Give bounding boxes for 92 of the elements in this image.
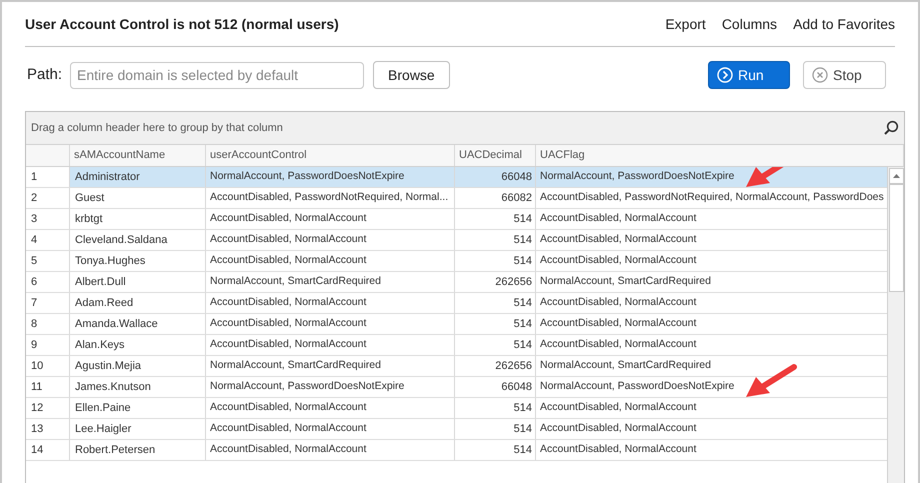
table-cell: 514 — [455, 293, 536, 313]
table-cell: 514 — [455, 314, 536, 334]
table-cell: 514 — [455, 209, 536, 229]
table-cell: Ellen.Paine — [70, 398, 206, 418]
column-header[interactable]: UACDecimal — [455, 145, 536, 166]
table-cell: AccountDisabled, NormalAccount — [206, 335, 455, 355]
table-cell: Adam.Reed — [70, 293, 206, 313]
report-title: User Account Control is not 512 (normal users) — [25, 14, 339, 34]
path-input-field[interactable]: Entire domain is selected by default — [70, 62, 364, 88]
table-cell: NormalAccount, PasswordDoesNotExpire — [206, 167, 455, 187]
scroll-up-button[interactable] — [888, 168, 904, 184]
table-cell: 514 — [455, 398, 536, 418]
table-cell: Alan.Keys — [70, 335, 206, 355]
stop-button[interactable]: Stop — [803, 61, 886, 89]
table-cell: Administrator — [70, 167, 206, 187]
table-row[interactable]: 1 Administrator NormalAccount, PasswordDoesNotExpire 66048 NormalAccount, PasswordDoesNotExpire — [26, 167, 887, 188]
table-cell-text: NormalAccount, SmartCardRequired — [539, 274, 712, 290]
play-circle-icon — [717, 67, 733, 83]
table-row[interactable]: 14 Robert.Petersen AccountDisabled, NormalAccount 514 AccountDisabled, NormalAccount — [26, 440, 887, 461]
table-cell-text: NormalAccount, SmartCardRequired — [539, 358, 712, 374]
table-cell: Agustin.Mejia — [70, 356, 206, 376]
table-cell-text: AccountDisabled, NormalAccount — [539, 211, 698, 226]
table-cell: 514 — [455, 419, 536, 439]
table-cell: Robert.Petersen — [70, 440, 206, 460]
table-cell-text: AccountDisabled, NormalAccount — [539, 316, 698, 332]
table-cell: NormalAccount, SmartCardRequired — [206, 272, 455, 292]
table-cell: 66082 — [455, 188, 536, 208]
table-row[interactable]: 8 Amanda.Wallace AccountDisabled, NormalAccount 514 AccountDisabled, NormalAccount — [26, 314, 887, 335]
table-row[interactable]: 12 Ellen.Paine AccountDisabled, NormalAccount 514 AccountDisabled, NormalAccount — [26, 398, 887, 419]
table-row[interactable]: 11 James.Knutson NormalAccount, PasswordDoesNotExpire 66048 NormalAccount, PasswordDoesNotExpire — [26, 377, 887, 398]
table-cell: Lee.Haigler — [70, 419, 206, 439]
table-cell: NormalAccount, PasswordDoesNotExpire — [206, 377, 455, 397]
table-row[interactable]: 2 Guest AccountDisabled, PasswordNotRequired, Normal... 66082 AccountDisabled, PasswordNotRequired, NormalAccount, PasswordDoes — [26, 188, 887, 209]
table-cell: AccountDisabled, PasswordNotRequired, Normal... — [206, 188, 455, 208]
table-cell: Amanda.Wallace — [70, 314, 206, 334]
scrollbar[interactable] — [887, 167, 904, 483]
table-cell: James.Knutson — [70, 377, 206, 397]
table-cell-text: AccountDisabled, NormalAccount — [539, 400, 698, 416]
row-number: 1 — [26, 167, 70, 187]
table-cell: 514 — [455, 251, 536, 271]
table-cell: Guest — [70, 188, 206, 208]
table-cell: krbtgt — [70, 209, 206, 229]
table-row[interactable]: 9 Alan.Keys AccountDisabled, NormalAccount 514 AccountDisabled, NormalAccount — [26, 335, 887, 356]
table-row[interactable]: 5 Tonya.Hughes AccountDisabled, NormalAccount 514 AccountDisabled, NormalAccount — [26, 251, 887, 272]
table-row[interactable]: 6 Albert.Dull NormalAccount, SmartCardRequired 262656 NormalAccount, SmartCardRequired — [26, 272, 887, 293]
table-cell-text: AccountDisabled, NormalAccount — [539, 337, 698, 352]
group-hint: Drag a column header here to group by that column — [31, 120, 283, 136]
table-row[interactable]: 13 Lee.Haigler AccountDisabled, NormalAccount 514 AccountDisabled, NormalAccount — [26, 419, 887, 440]
table-cell-text: NormalAccount, PasswordDoesNotExpire — [539, 169, 736, 184]
table-cell: 66048 — [455, 377, 536, 397]
table-cell-text: AccountDisabled, NormalAccount — [539, 232, 698, 248]
search-icon[interactable] — [883, 120, 899, 136]
table-cell: AccountDisabled, NormalAccount — [206, 293, 455, 313]
table-cell: 514 — [455, 440, 536, 460]
table-cell: Albert.Dull — [70, 272, 206, 292]
table-cell: AccountDisabled, NormalAccount — [206, 398, 455, 418]
header-link[interactable]: Export — [665, 14, 706, 34]
scroll-thumb[interactable] — [888, 184, 904, 292]
table-cell: Cleveland.Saldana — [70, 230, 206, 250]
table-cell: AccountDisabled, NormalAccount — [206, 209, 455, 229]
table-cell: AccountDisabled, NormalAccount — [206, 314, 455, 334]
table-row[interactable]: 10 Agustin.Mejia NormalAccount, SmartCardRequired 262656 NormalAccount, SmartCardRequired — [26, 356, 887, 377]
column-header[interactable]: userAccountControl — [206, 145, 455, 166]
table-cell-text: AccountDisabled, NormalAccount — [539, 442, 698, 458]
table-cell: Tonya.Hughes — [70, 251, 206, 271]
table-cell: AccountDisabled, NormalAccount — [206, 440, 455, 460]
table-cell: AccountDisabled, NormalAccount — [206, 251, 455, 271]
stop-circle-icon — [812, 67, 828, 83]
table-cell-text: NormalAccount, PasswordDoesNotExpire — [539, 379, 736, 394]
table-cell-text: AccountDisabled, PasswordNotRequired, NormalAccount, PasswordDoes — [539, 190, 885, 206]
path-label: Path: — [27, 64, 62, 85]
run-button[interactable]: Run — [708, 61, 790, 89]
table-row[interactable]: 3 krbtgt AccountDisabled, NormalAccount 514 AccountDisabled, NormalAccount — [26, 209, 887, 230]
column-header[interactable]: UACFlag — [536, 145, 904, 166]
header-link[interactable]: Add to Favorites — [793, 14, 895, 34]
table-cell: AccountDisabled, NormalAccount — [206, 230, 455, 250]
table-row[interactable]: 4 Cleveland.Saldana AccountDisabled, NormalAccount 514 AccountDisabled, NormalAccount — [26, 230, 887, 251]
table-cell: 514 — [455, 335, 536, 355]
table-cell: 262656 — [455, 272, 536, 292]
up-triangle-icon — [892, 174, 900, 178]
table-cell: 514 — [455, 230, 536, 250]
table-cell-text: AccountDisabled, NormalAccount — [539, 253, 698, 268]
table-cell: AccountDisabled, NormalAccount — [206, 419, 455, 439]
table-cell: 66048 — [455, 167, 536, 187]
column-header[interactable]: sAMAccountName — [70, 145, 206, 166]
table-cell-text: AccountDisabled, NormalAccount — [539, 421, 698, 436]
browse-button[interactable]: Browse — [373, 61, 450, 89]
table-row[interactable]: 7 Adam.Reed AccountDisabled, NormalAccount 514 AccountDisabled, NormalAccount — [26, 293, 887, 314]
table-cell: NormalAccount, SmartCardRequired — [206, 356, 455, 376]
header-link[interactable]: Columns — [722, 14, 778, 34]
table-cell-text: AccountDisabled, NormalAccount — [539, 295, 698, 310]
table-cell: 262656 — [455, 356, 536, 376]
